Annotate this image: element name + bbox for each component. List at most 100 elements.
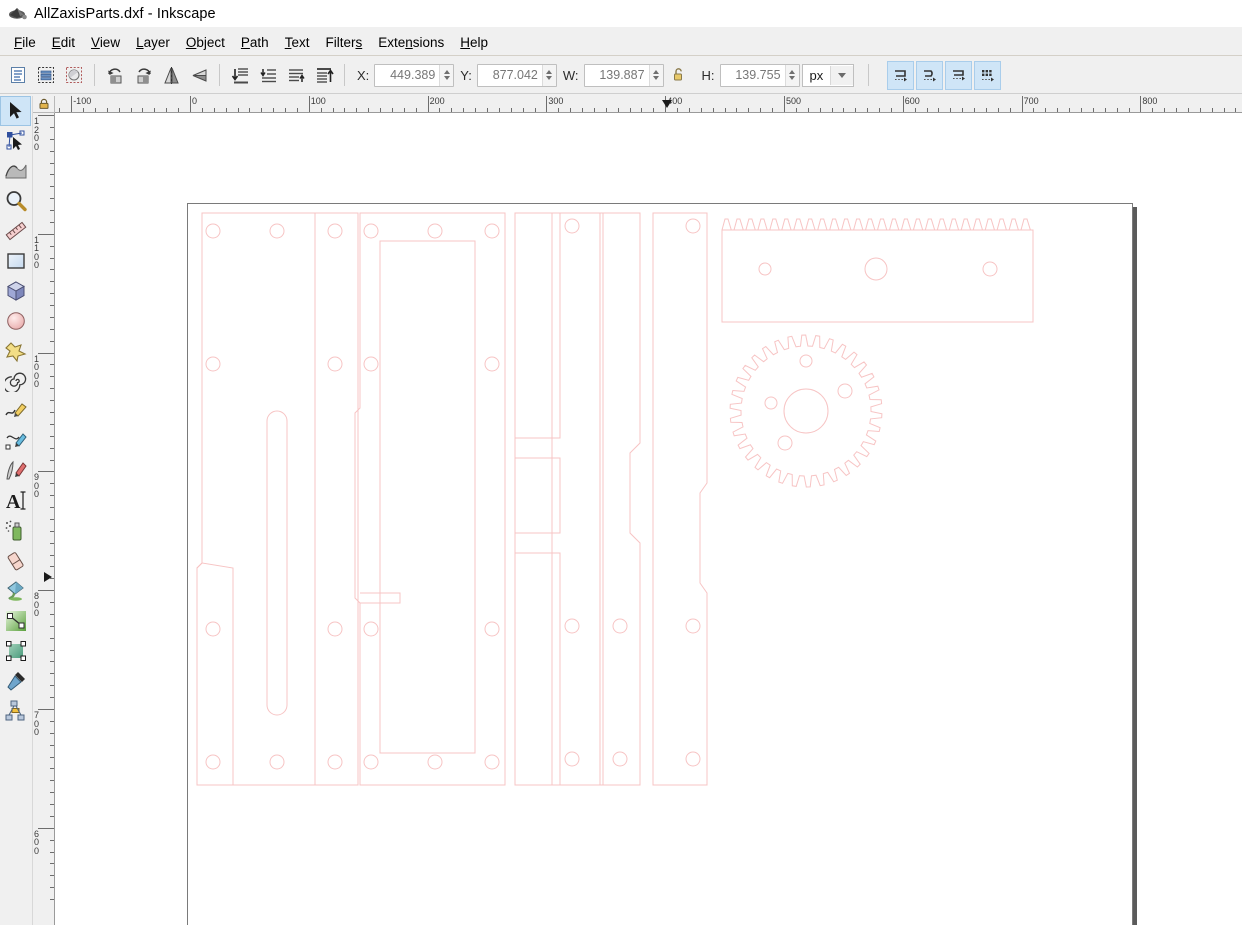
spiral-tool[interactable] <box>0 366 31 396</box>
pencil-tool[interactable] <box>0 396 31 426</box>
unit-select[interactable]: px <box>801 63 855 87</box>
star-tool[interactable] <box>0 336 31 366</box>
w-input[interactable]: 139.887 <box>583 63 664 87</box>
menu-text[interactable]: Text <box>277 32 318 53</box>
vruler-label: 600 <box>34 828 40 856</box>
affect-rounded-corners-icon[interactable] <box>916 60 944 90</box>
affect-buttons-group <box>887 60 1003 90</box>
vruler-label: 900 <box>34 472 40 500</box>
text-tool[interactable]: A <box>0 486 31 516</box>
pen-tool[interactable] <box>0 426 31 456</box>
y-stepper[interactable] <box>541 64 556 86</box>
flip-horizontal-icon[interactable] <box>158 62 184 88</box>
affect-patterns-icon[interactable] <box>974 60 1002 90</box>
selector-tool[interactable] <box>0 96 31 126</box>
h-input[interactable]: 139.755 <box>719 63 800 87</box>
lock-open-icon[interactable] <box>671 67 687 83</box>
hruler-label: 600 <box>904 96 920 106</box>
menu-view[interactable]: View <box>83 32 128 53</box>
affect-stroke-width-icon[interactable] <box>887 60 915 90</box>
svg-text:A: A <box>6 491 21 513</box>
raise-icon[interactable] <box>283 62 309 88</box>
toolbar-separator-2 <box>219 64 220 86</box>
lower-icon[interactable] <box>255 62 281 88</box>
vruler-label: 1100 <box>34 234 40 271</box>
hruler-label: 200 <box>429 96 445 106</box>
vertical-ruler[interactable]: 1200 1100 1000 900 800 700 600 <box>33 113 55 925</box>
title-bar: AllZaxisParts.dxf - Inkscape <box>0 0 1242 27</box>
hruler-label: 800 <box>1142 96 1158 106</box>
gradient-tool[interactable] <box>0 606 31 636</box>
x-field-group: X: 449.389 <box>351 63 455 87</box>
dxf-drawing[interactable] <box>55 113 1242 925</box>
hruler-label: 100 <box>310 96 326 106</box>
ruler-lock-icon[interactable] <box>33 96 55 113</box>
command-toolbar: X: 449.389 Y: 877.042 W: 139.887 H: 139.… <box>0 57 1242 94</box>
horizontal-ruler[interactable]: -100 0 100 200 300 400 500 600 700 800 <box>55 96 1242 113</box>
menu-bar: File Edit View Layer Object Path Text Fi… <box>0 29 1242 56</box>
toolbar-separator-4 <box>868 64 870 86</box>
mesh-gradient-tool[interactable] <box>0 636 31 666</box>
vruler-label: 700 <box>34 710 40 737</box>
menu-edit[interactable]: Edit <box>44 32 83 53</box>
select-all-in-all-layers-icon[interactable] <box>33 62 59 88</box>
menu-file[interactable]: File <box>6 32 44 53</box>
h-value[interactable]: 139.755 <box>720 64 785 86</box>
rotate-counterclockwise-icon[interactable] <box>102 62 128 88</box>
x-label: X: <box>357 67 370 83</box>
menu-path[interactable]: Path <box>233 32 277 53</box>
h-stepper[interactable] <box>784 64 799 86</box>
toolbar-separator-3 <box>344 64 345 86</box>
spray-tool[interactable] <box>0 516 31 546</box>
box3d-tool[interactable] <box>0 276 31 306</box>
tool-box: A <box>0 96 33 925</box>
zoom-tool[interactable] <box>0 186 31 216</box>
w-value[interactable]: 139.887 <box>584 64 649 86</box>
menu-help[interactable]: Help <box>452 32 496 53</box>
x-stepper[interactable] <box>439 64 454 86</box>
inkscape-logo-icon <box>8 4 28 24</box>
dropper-tool[interactable] <box>0 666 31 696</box>
vruler-cursor-marker <box>44 572 52 582</box>
calligraphy-tool[interactable] <box>0 456 31 486</box>
h-field-group: H: 139.755 px <box>696 63 855 87</box>
y-field-group: Y: 877.042 <box>454 63 557 87</box>
chevron-down-icon[interactable] <box>830 65 854 85</box>
rectangle-tool[interactable] <box>0 246 31 276</box>
deselect-icon[interactable] <box>61 62 87 88</box>
y-input[interactable]: 877.042 <box>476 63 557 87</box>
eraser-tool[interactable] <box>0 546 31 576</box>
w-stepper[interactable] <box>648 64 663 86</box>
affect-gradients-icon[interactable] <box>945 60 973 90</box>
select-all-icon[interactable] <box>5 62 31 88</box>
hruler-label: 0 <box>192 96 198 106</box>
unit-value: px <box>809 67 824 83</box>
toolbar-separator <box>94 64 95 86</box>
menu-filters[interactable]: Filters <box>317 32 370 53</box>
y-label: Y: <box>460 67 472 83</box>
menu-layer[interactable]: Layer <box>128 32 178 53</box>
w-label: W: <box>562 67 579 83</box>
ellipse-tool[interactable] <box>0 306 31 336</box>
h-label: H: <box>701 67 715 83</box>
menu-extensions[interactable]: Extensions <box>370 32 452 53</box>
y-value[interactable]: 877.042 <box>477 64 542 86</box>
x-input[interactable]: 449.389 <box>374 63 455 87</box>
tweak-tool[interactable] <box>0 156 31 186</box>
hruler-cursor-marker <box>662 100 672 108</box>
node-tool[interactable] <box>0 126 31 156</box>
flip-vertical-icon[interactable] <box>186 62 212 88</box>
lower-to-bottom-icon[interactable] <box>227 62 253 88</box>
x-value[interactable]: 449.389 <box>375 64 440 86</box>
paint-bucket-tool[interactable] <box>0 576 31 606</box>
vruler-label: 1200 <box>34 116 40 152</box>
vruler-label: 800 <box>34 591 40 619</box>
connector-tool[interactable] <box>0 696 31 726</box>
inkscape-window: AllZaxisParts.dxf - Inkscape File Edit V… <box>0 0 1242 925</box>
hruler-label: 300 <box>548 96 564 106</box>
rotate-clockwise-icon[interactable] <box>130 62 156 88</box>
raise-to-top-icon[interactable] <box>311 62 337 88</box>
menu-object[interactable]: Object <box>178 32 233 53</box>
canvas-area[interactable] <box>55 113 1242 925</box>
measure-tool[interactable] <box>0 216 31 246</box>
